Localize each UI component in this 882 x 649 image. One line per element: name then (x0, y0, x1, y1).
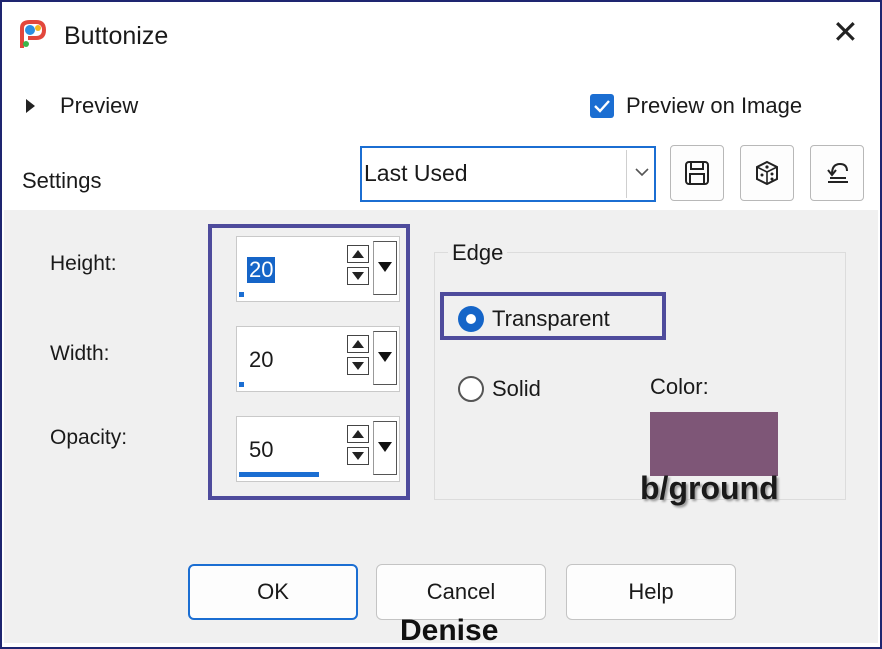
solid-radio[interactable] (458, 376, 484, 402)
reset-icon (827, 162, 848, 183)
randomize-dice-icon (756, 160, 778, 186)
spinners-highlight-box (208, 224, 410, 500)
solid-radio-label[interactable]: Solid (492, 376, 541, 402)
paintshop-pro-icon (20, 20, 47, 48)
save-icon (685, 161, 709, 185)
cancel-button[interactable]: Cancel (376, 564, 546, 620)
close-icon[interactable]: ✕ (832, 16, 859, 48)
dropdown-divider (626, 150, 627, 198)
reset-preset-button[interactable] (810, 145, 864, 201)
window-title: Buttonize (64, 22, 169, 50)
preview-on-image-label[interactable]: Preview on Image (626, 93, 802, 119)
width-label: Width: (50, 342, 110, 365)
height-label: Height: (50, 252, 117, 275)
expand-preview-icon[interactable] (26, 99, 35, 113)
save-preset-button[interactable] (670, 145, 724, 201)
chevron-down-icon[interactable] (634, 166, 650, 178)
ok-button[interactable]: OK (188, 564, 358, 620)
color-label: Color: (650, 374, 709, 399)
preview-toggle-label[interactable]: Preview (60, 93, 138, 119)
randomize-button[interactable] (740, 145, 794, 201)
edge-group-label: Edge (448, 240, 508, 266)
help-button[interactable]: Help (566, 564, 736, 620)
preview-on-image-checkbox[interactable] (590, 94, 614, 118)
checkmark-icon (594, 100, 610, 113)
bground-annotation: b/ground (640, 470, 779, 506)
preset-dropdown-value: Last Used (364, 160, 468, 186)
settings-label: Settings (22, 168, 102, 193)
opacity-label: Opacity: (50, 426, 128, 449)
signature-text: Denise (400, 614, 499, 647)
color-swatch[interactable] (650, 412, 778, 476)
transparent-highlight-box (440, 292, 666, 340)
